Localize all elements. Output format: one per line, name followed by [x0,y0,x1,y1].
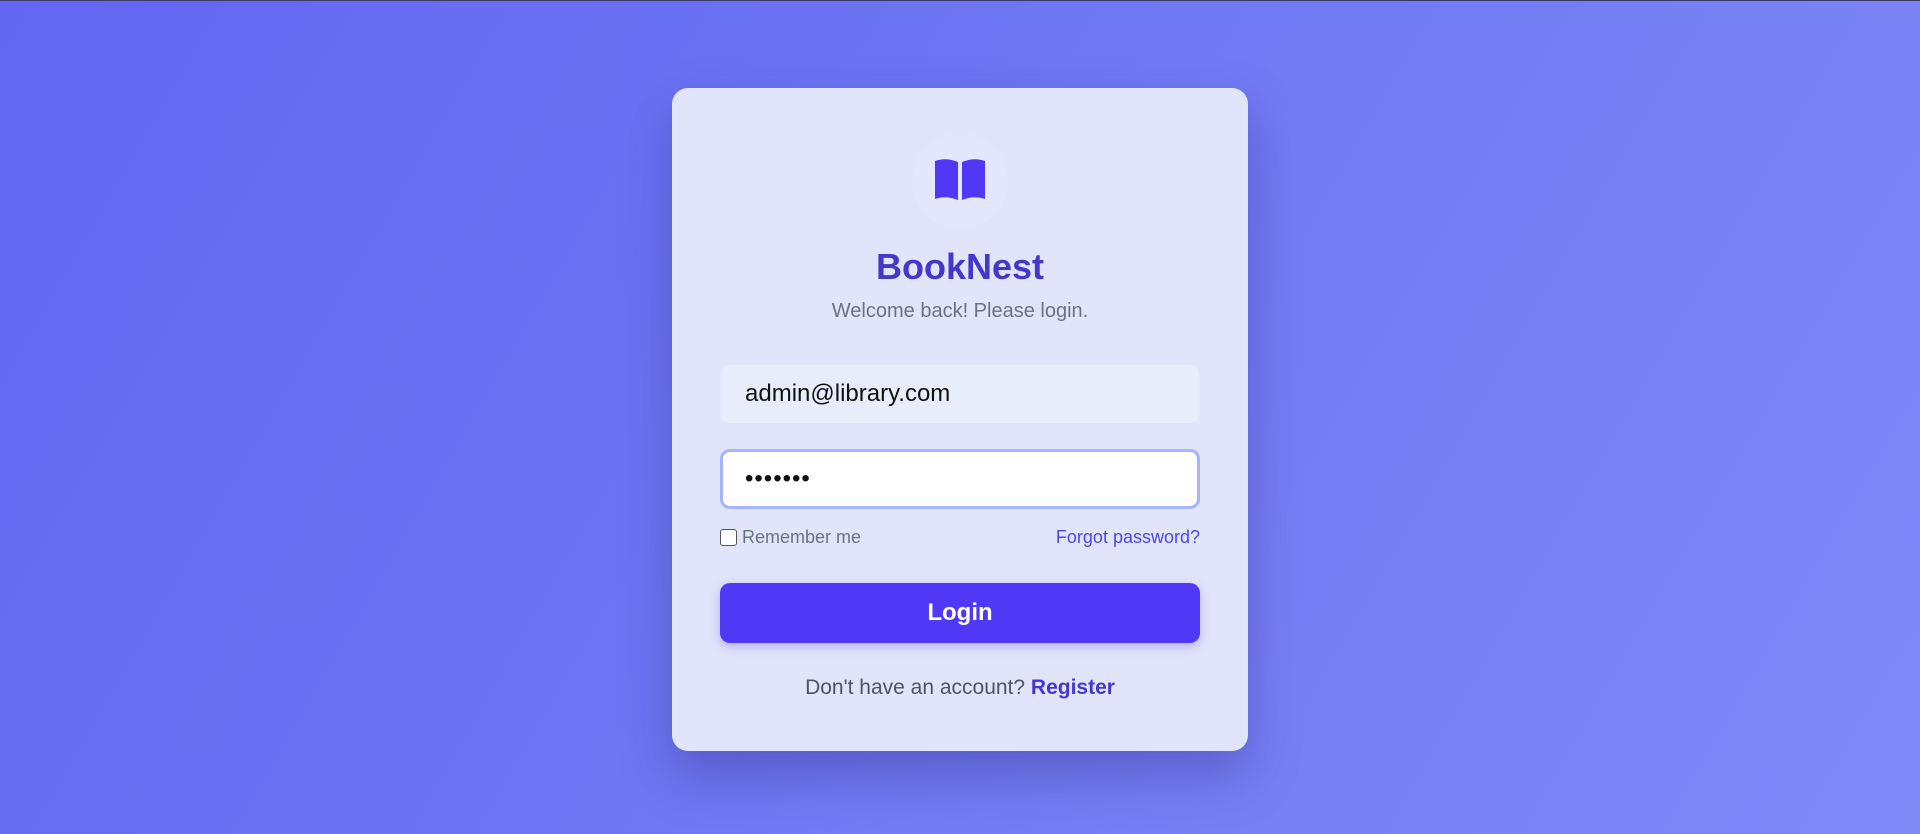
register-prompt-text: Don't have an account? [805,676,1026,699]
login-card: BookNest Welcome back! Please login. Rem… [672,88,1248,751]
remember-me-checkbox[interactable] [720,528,737,546]
options-row: Remember me Forgot password? [720,525,1200,549]
welcome-subtitle: Welcome back! Please login. [831,300,1089,322]
password-field[interactable] [720,449,1200,509]
register-link[interactable]: Register [1031,676,1115,699]
email-field[interactable] [720,364,1200,424]
forgot-password-link[interactable]: Forgot password? [1056,527,1200,548]
logo-badge [912,133,1008,229]
open-book-icon [933,157,987,206]
remember-me-option[interactable]: Remember me [720,527,861,548]
app-title: BookNest [875,246,1045,287]
login-button[interactable]: Login [720,583,1200,643]
remember-me-label: Remember me [742,526,862,547]
register-prompt: Don't have an account? Register [672,676,1248,700]
